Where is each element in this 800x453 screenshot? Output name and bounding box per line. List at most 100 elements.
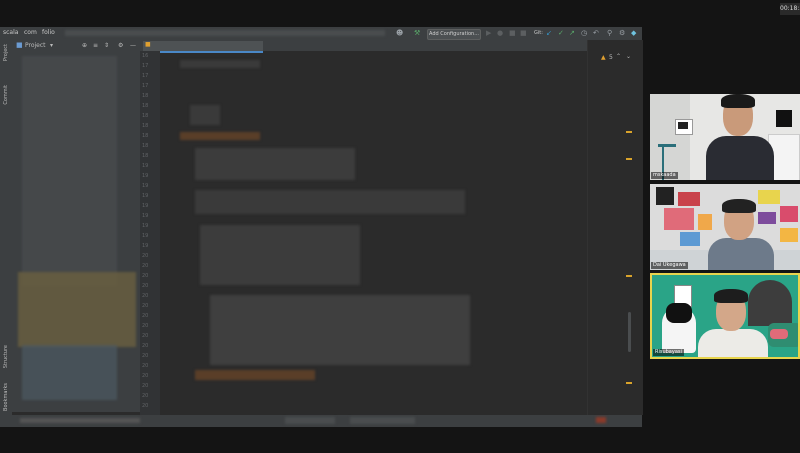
warning-count: 5 xyxy=(609,54,613,61)
warning-marker[interactable] xyxy=(626,382,632,384)
wall-poster xyxy=(758,190,780,204)
add-configuration-button[interactable]: Add Configuration... xyxy=(427,29,481,40)
wall-poster xyxy=(656,187,674,205)
wall-poster xyxy=(680,232,700,246)
collapse-all-icon[interactable]: ≡ xyxy=(93,40,98,51)
breadcrumb-item[interactable]: scala xyxy=(3,29,18,36)
line-number: 20 xyxy=(142,313,149,319)
sofa-pillow xyxy=(770,329,788,339)
breadcrumb-item[interactable]: folio xyxy=(42,29,55,36)
plugin-icon[interactable]: ◆ xyxy=(631,28,636,39)
gear-icon[interactable]: ⚙ xyxy=(619,28,625,39)
code-editor[interactable]: ■ 16 17 17 17 18 18 18 18 18 18 18 19 19… xyxy=(140,40,587,415)
tool-window-bookmarks[interactable]: Bookmarks xyxy=(3,383,9,411)
wall-frame-art xyxy=(678,122,688,129)
folder-icon: ■ xyxy=(16,41,23,49)
code-blurred xyxy=(200,225,360,285)
hide-panel-icon[interactable]: — xyxy=(130,40,136,51)
project-panel: ■ Project ▾ ⊕ ≡ ⇕ ⚙ — xyxy=(12,40,140,412)
git-push-icon[interactable]: ↗ xyxy=(569,28,575,39)
status-blurred xyxy=(285,417,335,424)
project-panel-title[interactable]: Project xyxy=(25,40,46,51)
line-number: 18 xyxy=(142,103,149,109)
editor-tabs: ■ xyxy=(140,40,587,53)
warning-marker[interactable] xyxy=(626,158,632,160)
wall-poster xyxy=(776,110,792,127)
line-number: 17 xyxy=(142,63,149,69)
line-gutter: 16 17 17 17 18 18 18 18 18 18 18 19 19 1… xyxy=(140,51,160,415)
code-blurred xyxy=(180,60,260,68)
window xyxy=(748,280,792,326)
participant-name: mskaada xyxy=(651,172,678,179)
code-blurred xyxy=(210,295,470,365)
wall-poster xyxy=(780,206,798,222)
line-number: 18 xyxy=(142,93,149,99)
person-body xyxy=(708,238,774,270)
line-number: 19 xyxy=(142,233,149,239)
warning-marker[interactable] xyxy=(626,131,632,133)
stop-icon[interactable]: ■ xyxy=(520,28,527,39)
person-hair xyxy=(721,94,755,108)
project-tree-selection-blurred xyxy=(18,272,136,347)
code-blurred xyxy=(195,370,315,380)
person-body xyxy=(698,329,768,357)
vertical-scrollbar[interactable] xyxy=(628,312,631,352)
inspections-panel: ▲ 5 ⌃ ⌄ xyxy=(587,40,643,415)
status-bar xyxy=(0,415,642,427)
code-blurred xyxy=(195,190,465,214)
warning-marker[interactable] xyxy=(626,275,632,277)
ide-window: scala com folio ☻ ⚒ Add Configuration...… xyxy=(0,27,643,427)
build-icon[interactable]: ⚒ xyxy=(414,28,420,39)
locate-icon[interactable]: ⊕ xyxy=(82,40,87,51)
history-icon[interactable]: ◷ xyxy=(581,28,587,39)
line-number: 19 xyxy=(142,173,149,179)
participant-tile-active[interactable]: Risubayasi xyxy=(650,273,800,359)
options-gear-icon[interactable]: ⚙ xyxy=(118,40,123,51)
run-icon[interactable]: ▶ xyxy=(486,28,491,39)
git-update-icon[interactable]: ↙ xyxy=(546,28,552,39)
user-icon[interactable]: ☻ xyxy=(396,28,403,39)
tool-window-project[interactable]: Project xyxy=(3,44,9,61)
line-number: 18 xyxy=(142,123,149,129)
prev-highlight-icon[interactable]: ⌃ xyxy=(616,53,621,60)
line-number: 20 xyxy=(142,403,149,409)
line-number: 17 xyxy=(142,83,149,89)
tool-window-structure[interactable]: Structure xyxy=(3,345,9,368)
line-number: 20 xyxy=(142,253,149,259)
debug-icon[interactable]: ● xyxy=(497,28,503,39)
wall-poster xyxy=(758,212,776,224)
chevron-down-icon[interactable]: ▾ xyxy=(50,40,53,51)
project-panel-header: ■ Project ▾ ⊕ ≡ ⇕ ⚙ — xyxy=(12,40,140,51)
breadcrumb-blurred xyxy=(65,30,385,36)
participant-name: Dai Ukegawa xyxy=(651,262,688,269)
project-tree-blurred xyxy=(22,56,117,286)
person-hair xyxy=(722,199,756,213)
wall-poster xyxy=(664,208,694,230)
expand-all-icon[interactable]: ⇕ xyxy=(104,40,109,51)
left-tool-stripe: Project Commit Structure Bookmarks xyxy=(0,40,12,427)
rollback-icon[interactable]: ↶ xyxy=(593,28,599,39)
line-number: 20 xyxy=(142,373,149,379)
line-number: 20 xyxy=(142,353,149,359)
code-blurred xyxy=(180,132,260,140)
wall-shade xyxy=(650,94,690,180)
line-number: 20 xyxy=(142,343,149,349)
warning-icon[interactable]: ▲ xyxy=(601,54,606,61)
line-number: 20 xyxy=(142,263,149,269)
line-number: 19 xyxy=(142,213,149,219)
line-number: 20 xyxy=(142,303,149,309)
line-number: 17 xyxy=(142,73,149,79)
event-log-blurred[interactable] xyxy=(596,417,606,423)
participant-tile[interactable]: mskaada xyxy=(650,94,800,180)
search-icon[interactable]: ⚲ xyxy=(607,28,612,39)
line-number: 20 xyxy=(142,293,149,299)
breadcrumb-item[interactable]: com xyxy=(24,29,37,36)
next-highlight-icon[interactable]: ⌄ xyxy=(626,53,631,60)
editor-tab-active[interactable]: ■ xyxy=(143,41,263,53)
chair xyxy=(658,144,676,147)
tool-window-commit[interactable]: Commit xyxy=(3,85,9,105)
coverage-icon[interactable]: ■ xyxy=(509,28,516,39)
participant-tile[interactable]: Dai Ukegawa xyxy=(650,184,800,270)
line-number: 20 xyxy=(142,273,149,279)
git-commit-icon[interactable]: ✓ xyxy=(558,28,564,39)
